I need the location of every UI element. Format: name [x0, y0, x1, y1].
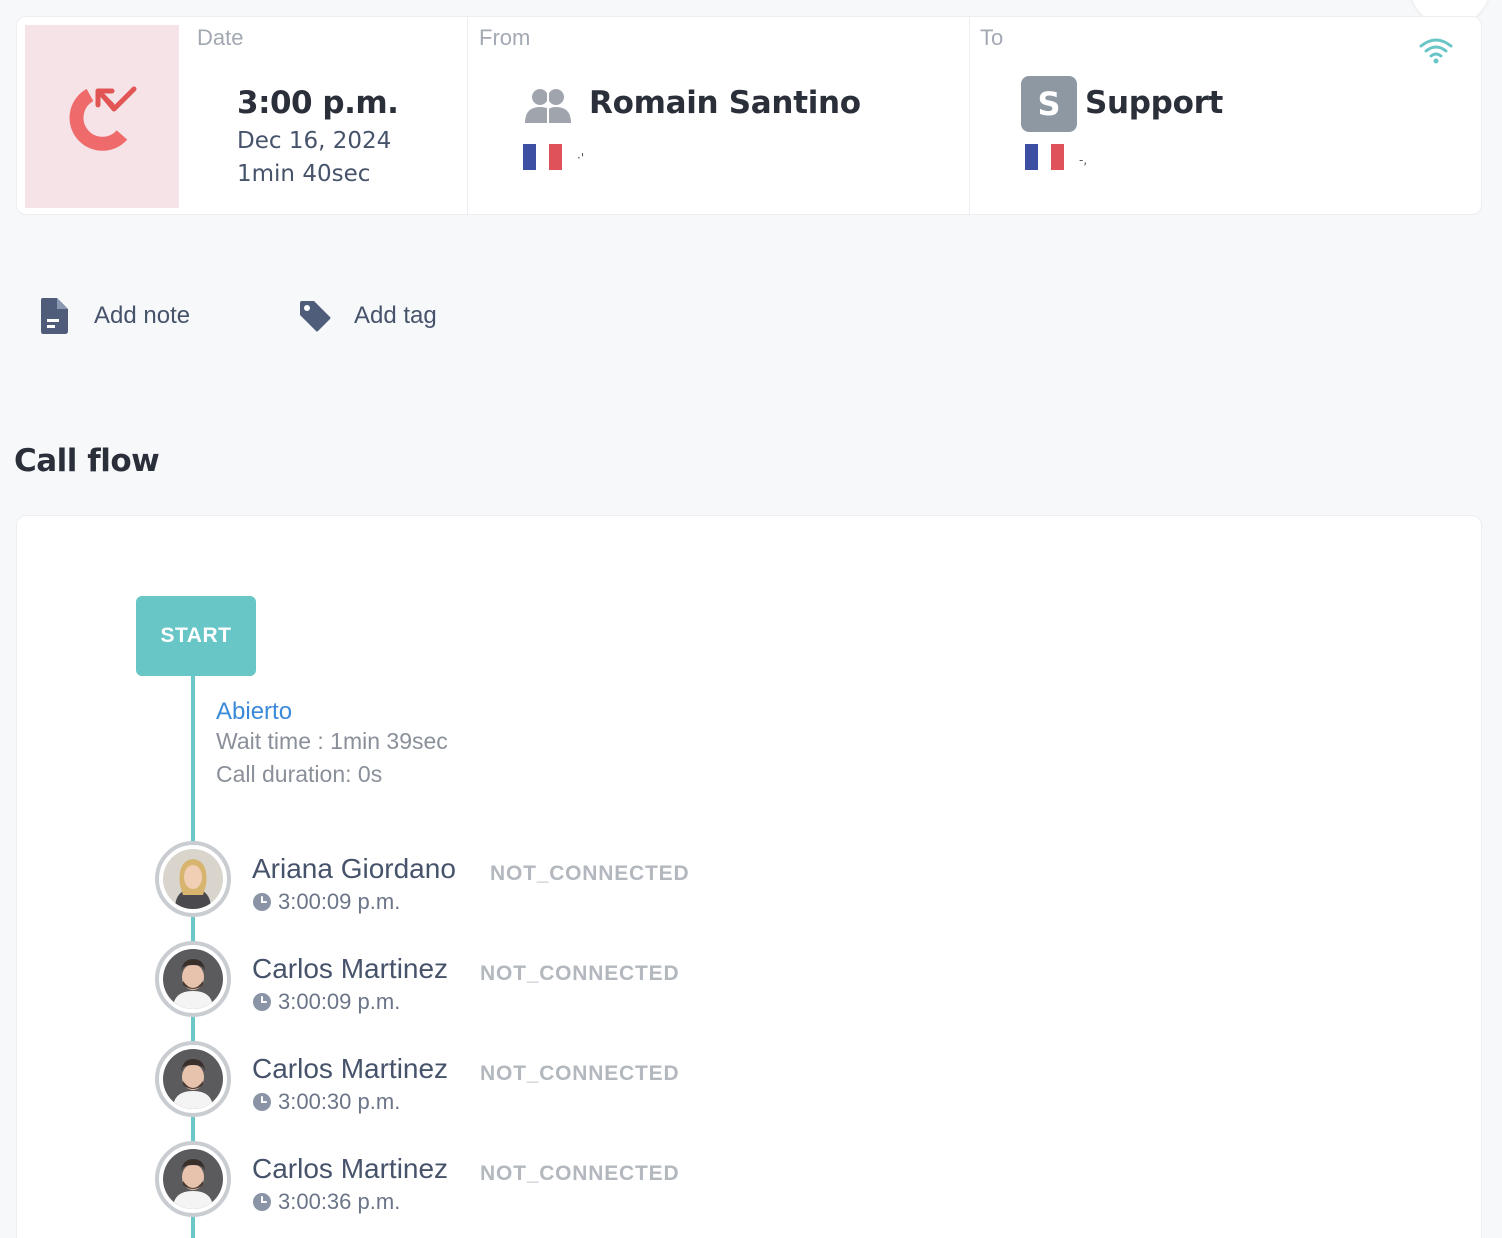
add-tag-label: Add tag [354, 302, 437, 329]
clock-icon [253, 993, 271, 1011]
call-flow-title: Call flow [14, 443, 160, 479]
flow-start-node: START [136, 596, 256, 676]
attempt-time-text: 3:00:36 p.m. [278, 1189, 401, 1214]
attempt-status: NOT_CONNECTED [480, 962, 680, 985]
attempt-time: 3:00:09 p.m. [252, 989, 400, 1015]
flow-attempt-row: Carlos Martinez NOT_CONNECTED 3:00:30 p.… [155, 1041, 955, 1121]
note-icon [41, 298, 68, 334]
column-divider [969, 17, 970, 216]
clock-icon [253, 1193, 271, 1211]
agent-avatar[interactable] [155, 941, 231, 1017]
attempt-status: NOT_CONNECTED [480, 1062, 680, 1085]
attempt-time: 3:00:30 p.m. [252, 1089, 400, 1115]
attempt-time-text: 3:00:30 p.m. [278, 1089, 401, 1114]
agent-name[interactable]: Ariana Giordano [252, 853, 456, 885]
caller-number: ·' [577, 151, 585, 165]
agent-photo [163, 949, 223, 1009]
agent-photo [163, 1049, 223, 1109]
add-note-button[interactable]: Add note [38, 294, 190, 338]
agent-photo [163, 1149, 223, 1209]
flow-attempt-row: Carlos Martinez NOT_CONNECTED 3:00:09 p.… [155, 941, 955, 1021]
line-name[interactable]: Support [1085, 85, 1223, 121]
column-divider [467, 17, 468, 216]
add-tag-button[interactable]: Add tag [298, 294, 437, 338]
clock-icon [253, 893, 271, 911]
agent-name[interactable]: Carlos Martinez [252, 1153, 448, 1185]
from-column-label: From [479, 25, 531, 50]
queue-call-duration: Call duration: 0s [216, 761, 383, 787]
wifi-icon [1419, 38, 1453, 64]
agent-name[interactable]: Carlos Martinez [252, 1053, 448, 1085]
call-type-tile [25, 25, 179, 208]
agent-photo [163, 849, 223, 909]
clock-icon [253, 1093, 271, 1111]
tag-icon [300, 301, 331, 332]
line-number: -, [1079, 153, 1088, 167]
to-column-label: To [980, 25, 1004, 50]
queue-wait-time: Wait time : 1min 39sec [216, 728, 448, 754]
attempt-status: NOT_CONNECTED [480, 1162, 680, 1185]
date-column-label: Date [197, 25, 244, 50]
agent-avatar[interactable] [155, 841, 231, 917]
call-summary-card: Date 3:00 p.m. Dec 16, 2024 1min 40sec F… [16, 16, 1482, 216]
attempt-time: 3:00:36 p.m. [252, 1189, 400, 1215]
call-time: 3:00 p.m. [237, 85, 399, 121]
line-avatar: S [1021, 76, 1077, 132]
agent-avatar[interactable] [155, 1141, 231, 1217]
queue-name-link[interactable]: Abierto [216, 698, 292, 726]
agent-name[interactable]: Carlos Martinez [252, 953, 448, 985]
caller-name[interactable]: Romain Santino [589, 85, 861, 121]
flow-attempt-row: Carlos Martinez NOT_CONNECTED 3:00:36 p.… [155, 1141, 955, 1221]
missed-incoming-call-icon [69, 86, 137, 151]
contacts-icon [525, 89, 571, 123]
france-flag-icon [1025, 144, 1064, 170]
attempt-time: 3:00:09 p.m. [252, 889, 400, 915]
call-duration: 1min 40sec [237, 161, 371, 187]
agent-avatar[interactable] [155, 1041, 231, 1117]
france-flag-icon [523, 144, 562, 170]
add-note-label: Add note [94, 302, 191, 329]
attempt-time-text: 3:00:09 p.m. [278, 989, 401, 1014]
call-date: Dec 16, 2024 [237, 128, 392, 154]
flow-attempt-row: Ariana Giordano NOT_CONNECTED 3:00:09 p.… [155, 841, 955, 921]
attempt-time-text: 3:00:09 p.m. [278, 889, 401, 914]
attempt-status: NOT_CONNECTED [490, 862, 690, 885]
call-detail-page: Date 3:00 p.m. Dec 16, 2024 1min 40sec F… [0, 0, 1502, 1238]
